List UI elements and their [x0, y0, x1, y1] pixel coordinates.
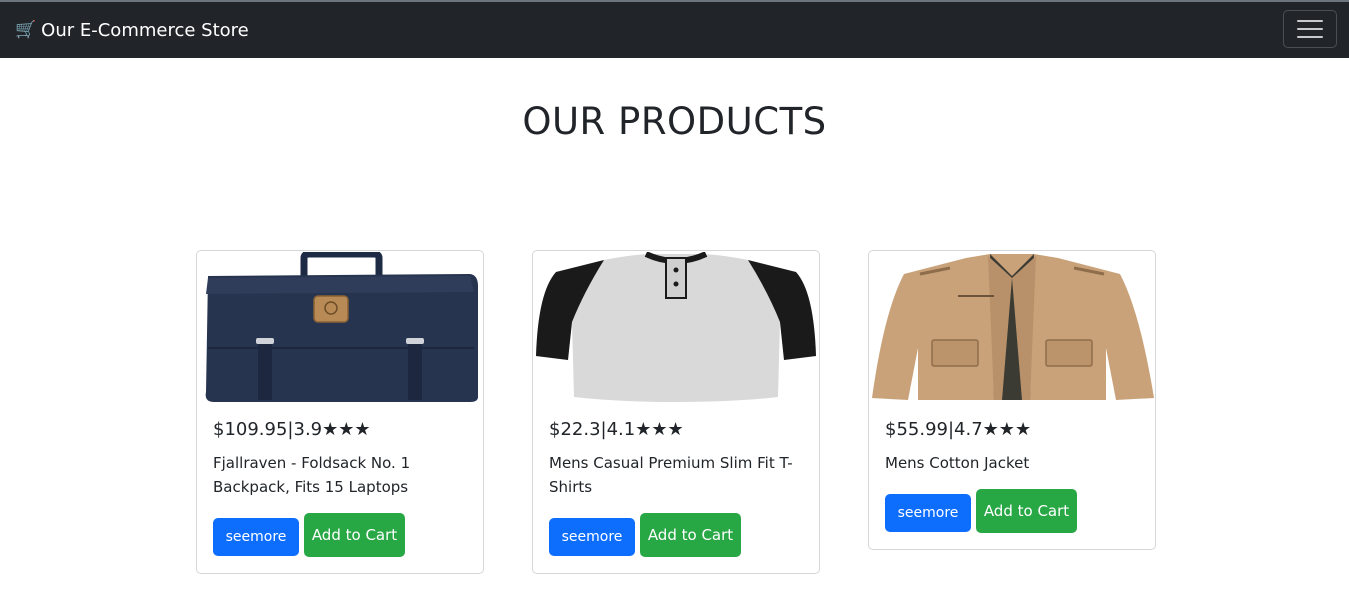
seemore-button[interactable]: seemore: [549, 518, 635, 556]
product-card: $109.95|3.9★★★ Fjallraven - Foldsack No.…: [196, 250, 484, 574]
navy-backpack-image: [205, 252, 478, 402]
product-price-rating: $55.99|4.7★★★: [885, 419, 1032, 440]
shopping-cart-icon: 🛒: [15, 20, 37, 40]
add-to-cart-button[interactable]: Add to Cart: [304, 513, 405, 557]
product-card: $55.99|4.7★★★ Mens Cotton Jacket seemore…: [868, 250, 1156, 550]
navbar-brand[interactable]: 🛒 Our E-Commerce Store: [15, 2, 249, 58]
raglan-tshirt-image: [536, 252, 816, 402]
page-title: OUR PRODUCTS: [522, 100, 827, 143]
add-to-cart-button[interactable]: Add to Cart: [640, 513, 741, 557]
khaki-jacket-image: [872, 254, 1154, 400]
product-card: $22.3|4.1★★★ Mens Casual Premium Slim Fi…: [532, 250, 820, 574]
hamburger-menu-icon: [1297, 20, 1323, 22]
product-title: Mens Casual Premium Slim Fit T-Shirts: [549, 454, 793, 496]
seemore-button[interactable]: seemore: [885, 494, 971, 532]
navbar: 🛒 Our E-Commerce Store: [0, 2, 1349, 58]
seemore-button[interactable]: seemore: [213, 518, 299, 556]
product-price-rating: $109.95|3.9★★★: [213, 419, 371, 440]
product-price-rating: $22.3|4.1★★★: [549, 419, 684, 440]
product-title: Mens Cotton Jacket: [885, 454, 1030, 472]
product-title: Fjallraven - Foldsack No. 1 Backpack, Fi…: [213, 454, 411, 496]
navbar-toggler-button[interactable]: [1283, 10, 1337, 48]
brand-text: Our E-Commerce Store: [41, 19, 249, 41]
add-to-cart-button[interactable]: Add to Cart: [976, 489, 1077, 533]
hamburger-menu-icon: [1297, 36, 1323, 38]
hamburger-menu-icon: [1297, 28, 1323, 30]
